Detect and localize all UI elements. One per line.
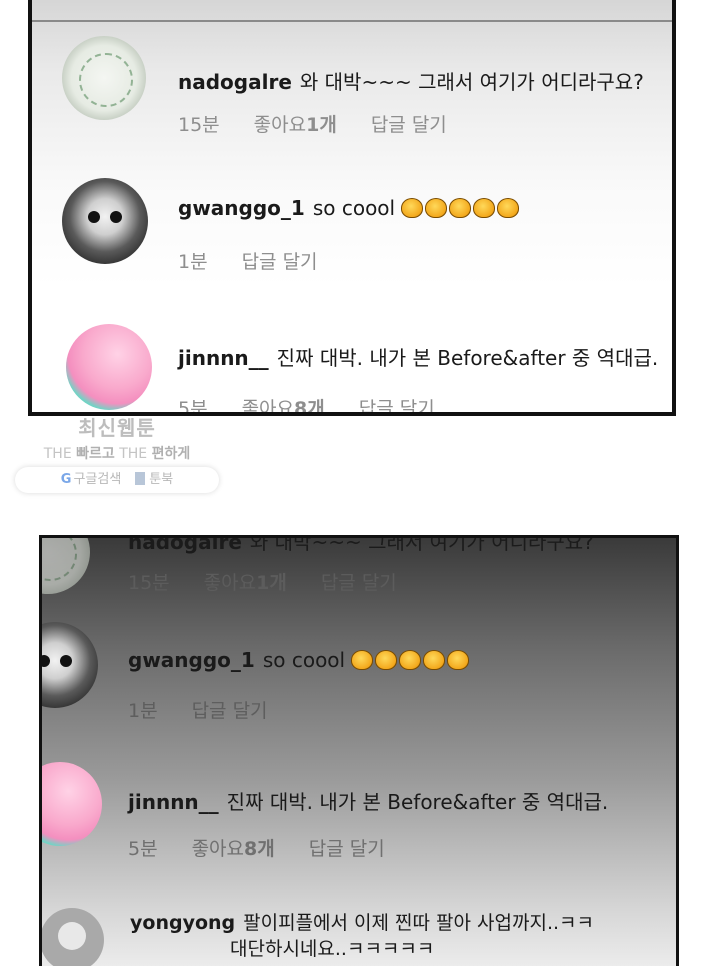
comment-username[interactable]: yongyong: [130, 912, 235, 934]
comment-panel-top: nadogalre 와 대박~~~ 그래서 여기가 어디라구요? 15분 좋아요1개…: [28, 0, 676, 416]
comment-panel-bottom: nadogalre 와 대박~~~ 그래서 여기가 어디라구요? 15분 좋아요1개…: [39, 535, 679, 966]
comment-body: 와 대박~~~ 그래서 여기가 어디라구요?: [249, 535, 594, 554]
watermark-tagline: THE 빠르고 THE 편하게: [43, 446, 191, 462]
avatar[interactable]: [42, 762, 102, 846]
comment-time: 15분: [128, 572, 170, 594]
comment-body: 팔이피플에서 이제 찐따 팔아 사업까지..ㅋㅋ: [243, 912, 595, 934]
clap-emoji-icon: [351, 648, 471, 672]
watermark-title: 최신웹툰: [78, 416, 156, 440]
reply-button[interactable]: 답글 달기: [371, 114, 447, 136]
comment-body: so coool: [262, 648, 346, 672]
comment-username[interactable]: jinnnn__: [128, 790, 219, 814]
comment-time: 1분: [178, 251, 208, 273]
comment-username[interactable]: gwanggo_1: [128, 648, 255, 672]
reply-button[interactable]: 답글 달기: [309, 838, 385, 860]
comment-username[interactable]: jinnnn__: [178, 346, 269, 370]
comment-meta: 1분 답글 달기: [128, 696, 302, 723]
google-icon: G: [60, 472, 72, 487]
avatar[interactable]: [42, 622, 98, 708]
comment-time: 15분: [178, 114, 220, 136]
divider: [32, 20, 672, 22]
comment-body-continued: 대단하시네요..ㅋㅋㅋㅋㅋ: [230, 938, 435, 960]
comment-body: 진짜 대박. 내가 본 Before&after 중 역대급.: [276, 346, 659, 370]
comment-username[interactable]: gwanggo_1: [178, 196, 305, 220]
avatar[interactable]: [42, 538, 90, 594]
comment-meta: 15분 좋아요1개 답글 달기: [128, 568, 431, 595]
comment-text-line: gwanggo_1 so coool: [128, 648, 471, 672]
reply-button[interactable]: 답글 달기: [192, 700, 268, 722]
clap-emoji-icon: [401, 196, 521, 220]
comment-likes[interactable]: 좋아요8개: [192, 838, 275, 860]
comment-username[interactable]: nadogalre: [128, 538, 242, 554]
comment-meta: 15분 좋아요1개 답글 달기: [178, 110, 481, 137]
comment-meta: 1분 답글 달기: [178, 247, 352, 274]
comment-likes[interactable]: 좋아요1개: [204, 572, 287, 594]
comment-likes[interactable]: 좋아요8개: [242, 398, 325, 412]
avatar[interactable]: [62, 36, 146, 120]
comment-text-line: jinnnn__ 진짜 대박. 내가 본 Before&after 중 역대급.: [178, 342, 658, 371]
reply-button[interactable]: 답글 달기: [359, 398, 435, 412]
reply-button[interactable]: 답글 달기: [242, 251, 318, 273]
comment-text-line: nadogalre 와 대박~~~ 그래서 여기가 어디라구요?: [128, 535, 594, 555]
comment-body: 진짜 대박. 내가 본 Before&after 중 역대급.: [226, 790, 609, 814]
comment-meta: 5분 좋아요8개 답글 달기: [128, 834, 419, 861]
avatar[interactable]: [66, 324, 152, 410]
watermark-search-bar[interactable]: G 구글검색 툰북: [15, 467, 219, 493]
reply-button[interactable]: 답글 달기: [321, 572, 397, 594]
comment-text-line: nadogalre 와 대박~~~ 그래서 여기가 어디라구요?: [178, 66, 644, 95]
default-avatar-icon[interactable]: [42, 908, 104, 966]
comment-text-line: yongyong 팔이피플에서 이제 찐따 팔아 사업까지..ㅋㅋ: [130, 908, 594, 935]
comment-meta: 5분 좋아요8개 답글 달기: [178, 394, 469, 412]
site-watermark: 최신웹툰 THE 빠르고 THE 편하게 G 구글검색 툰북: [14, 412, 220, 493]
comment-text-line: gwanggo_1 so coool: [178, 196, 521, 220]
comment-body: 와 대박~~~ 그래서 여기가 어디라구요?: [299, 70, 644, 94]
comment-text-line: jinnnn__ 진짜 대박. 내가 본 Before&after 중 역대급.: [128, 786, 608, 815]
comment-time: 1분: [128, 700, 158, 722]
avatar[interactable]: [62, 178, 148, 264]
comment-time: 5분: [128, 838, 158, 860]
comment-likes[interactable]: 좋아요1개: [254, 114, 337, 136]
book-icon: [135, 472, 146, 485]
comment-username[interactable]: nadogalre: [178, 70, 292, 94]
comment-body: so coool: [312, 196, 396, 220]
